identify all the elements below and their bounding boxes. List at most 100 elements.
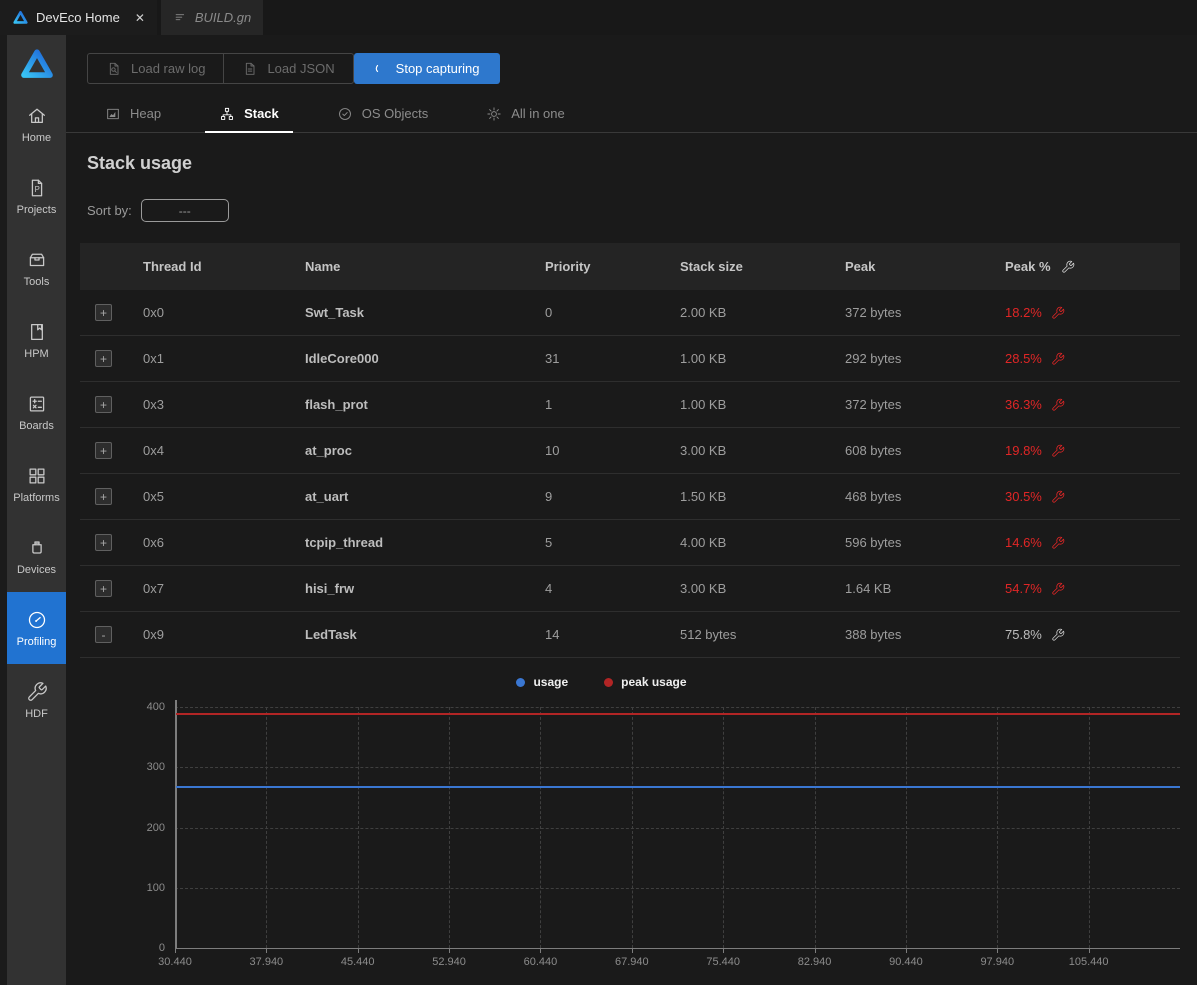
legend-peak-usage-label: peak usage <box>621 675 687 689</box>
cell-stack-size: 3.00 KB <box>680 581 727 596</box>
tab-heap[interactable]: Heap <box>91 95 175 132</box>
deveco-logo-icon <box>12 9 29 26</box>
sidebar-item-devices[interactable]: Devices <box>7 520 66 592</box>
wrench-icon[interactable] <box>1061 260 1075 274</box>
tools-icon <box>26 249 48 271</box>
sort-dropdown[interactable]: --- <box>140 199 229 222</box>
sidebar-item-label: Projects <box>16 203 57 216</box>
cell-stack-size: 1.00 KB <box>680 397 727 412</box>
cell-peak-pct: 36.3% <box>1005 397 1180 412</box>
sort-label: Sort by: <box>87 203 132 218</box>
wrench-icon[interactable] <box>1051 628 1065 642</box>
cell-peak-pct: 19.8% <box>1005 443 1180 458</box>
load-button-group: Load raw log Load JSON <box>87 53 354 84</box>
sidebar-item-label: Profiling <box>16 635 57 648</box>
wrench-icon[interactable] <box>1051 352 1065 366</box>
cell-peak-pct: 28.5% <box>1005 351 1180 366</box>
sort-row: Sort by: --- <box>87 199 229 222</box>
expand-toggle-button[interactable]: + <box>95 442 112 459</box>
load-raw-log-button[interactable]: Load raw log <box>88 54 223 83</box>
expand-toggle-button[interactable]: + <box>95 488 112 505</box>
platforms-icon <box>26 465 48 487</box>
tab-os-objects[interactable]: OS Objects <box>323 95 442 132</box>
cell-peak: 372 bytes <box>845 305 902 320</box>
wrench-icon[interactable] <box>1051 582 1065 596</box>
x-axis-label: 37.940 <box>249 956 284 968</box>
wrench-icon[interactable] <box>1051 536 1065 550</box>
table-row: + 0x7 hisi_frw 4 3.00 KB 1.64 KB 54.7% <box>80 566 1180 612</box>
cell-expand: + <box>80 488 143 505</box>
peak-pct-value: 54.7% <box>1005 581 1042 596</box>
peak-pct-value: 18.2% <box>1005 305 1042 320</box>
expand-toggle-button[interactable]: + <box>95 350 112 367</box>
usage-chart: 0 100 200 300 400 30.440 37.940 45.440 52.940 60.… <box>100 696 1180 976</box>
cell-peak: 292 bytes <box>845 351 902 366</box>
cell-priority: 9 <box>545 489 553 504</box>
legend-item-usage[interactable]: usage <box>516 675 568 689</box>
y-axis-label: 0 <box>158 942 165 954</box>
tab-stack[interactable]: Stack <box>205 95 293 133</box>
stop-capturing-button[interactable]: Stop capturing <box>353 53 500 84</box>
editor-tabbar: DevEco Home ✕ BUILD.gn <box>0 0 1197 35</box>
heap-icon <box>105 106 121 122</box>
editor-tab-deveco-home[interactable]: DevEco Home ✕ <box>0 0 157 35</box>
cell-thread-id: 0x4 <box>143 443 164 458</box>
table-row: - 0x9 LedTask 14 512 bytes 388 bytes 75.… <box>80 612 1180 658</box>
cell-name: Swt_Task <box>305 305 365 320</box>
x-axis-label: 97.940 <box>980 956 1015 968</box>
sidebar-item-boards[interactable]: Boards <box>7 376 66 448</box>
editor-tab-build-gn[interactable]: BUILD.gn <box>160 0 264 35</box>
sidebar-item-platforms[interactable]: Platforms <box>7 448 66 520</box>
sidebar-item-label: HDF <box>25 707 48 720</box>
profiling-icon <box>26 609 48 631</box>
sidebar-item-hpm[interactable]: HPM <box>7 304 66 376</box>
cell-peak-pct: 54.7% <box>1005 581 1180 596</box>
file-search-icon <box>106 61 122 77</box>
tab-label: OS Objects <box>361 106 429 121</box>
wrench-icon[interactable] <box>1051 306 1065 320</box>
sidebar-item-projects[interactable]: P Projects <box>7 160 66 232</box>
cell-name: IdleCore000 <box>305 351 379 366</box>
tab-label: All in one <box>511 106 565 121</box>
sidebar-item-profiling[interactable]: Profiling <box>7 592 66 664</box>
cell-thread-id: 0x3 <box>143 397 164 412</box>
stack-icon <box>219 106 235 122</box>
app-window: DevEco Home ✕ BUILD.gn Home P Projects Tool… <box>0 0 1197 985</box>
svg-text:P: P <box>34 185 39 194</box>
legend-item-peak-usage[interactable]: peak usage <box>604 675 687 689</box>
wrench-icon[interactable] <box>1051 398 1065 412</box>
cell-thread-id: 0x6 <box>143 535 164 550</box>
v-gridline <box>540 707 542 948</box>
cell-peak: 596 bytes <box>845 535 902 550</box>
expand-toggle-button[interactable]: - <box>95 626 112 643</box>
sidebar-item-label: Tools <box>23 275 50 288</box>
devices-icon <box>26 537 48 559</box>
cell-peak: 608 bytes <box>845 443 902 458</box>
gn-file-icon <box>173 10 188 25</box>
wrench-icon[interactable] <box>1051 490 1065 504</box>
sidebar-item-home[interactable]: Home <box>7 88 66 160</box>
cell-peak-pct: 75.8% <box>1005 627 1180 642</box>
sidebar-item-hdf[interactable]: HDF <box>7 664 66 736</box>
y-axis-label: 300 <box>146 761 165 774</box>
expand-toggle-button[interactable]: + <box>95 580 112 597</box>
cell-expand: + <box>80 396 143 413</box>
legend-usage-label: usage <box>533 675 569 689</box>
sidebar-item-tools[interactable]: Tools <box>7 232 66 304</box>
table-row: + 0x3 flash_prot 1 1.00 KB 372 bytes 36.… <box>80 382 1180 428</box>
expand-toggle-button[interactable]: + <box>95 534 112 551</box>
cell-expand: + <box>80 534 143 551</box>
x-axis-label: 67.940 <box>614 956 649 968</box>
peak-pct-value: 36.3% <box>1005 397 1042 412</box>
tab-all-in-one[interactable]: All in one <box>472 95 578 132</box>
load-json-button[interactable]: Load JSON <box>223 54 352 83</box>
cell-priority: 0 <box>545 305 553 320</box>
tab-label: Stack <box>244 106 279 121</box>
chart-legend: usage peak usage <box>66 675 1137 689</box>
wrench-icon[interactable] <box>1051 444 1065 458</box>
close-icon[interactable]: ✕ <box>135 11 145 25</box>
expand-toggle-button[interactable]: + <box>95 304 112 321</box>
expand-toggle-button[interactable]: + <box>95 396 112 413</box>
main-content: Load raw log Load JSON Stop capturing He… <box>66 35 1197 985</box>
cell-stack-size: 3.00 KB <box>680 443 727 458</box>
